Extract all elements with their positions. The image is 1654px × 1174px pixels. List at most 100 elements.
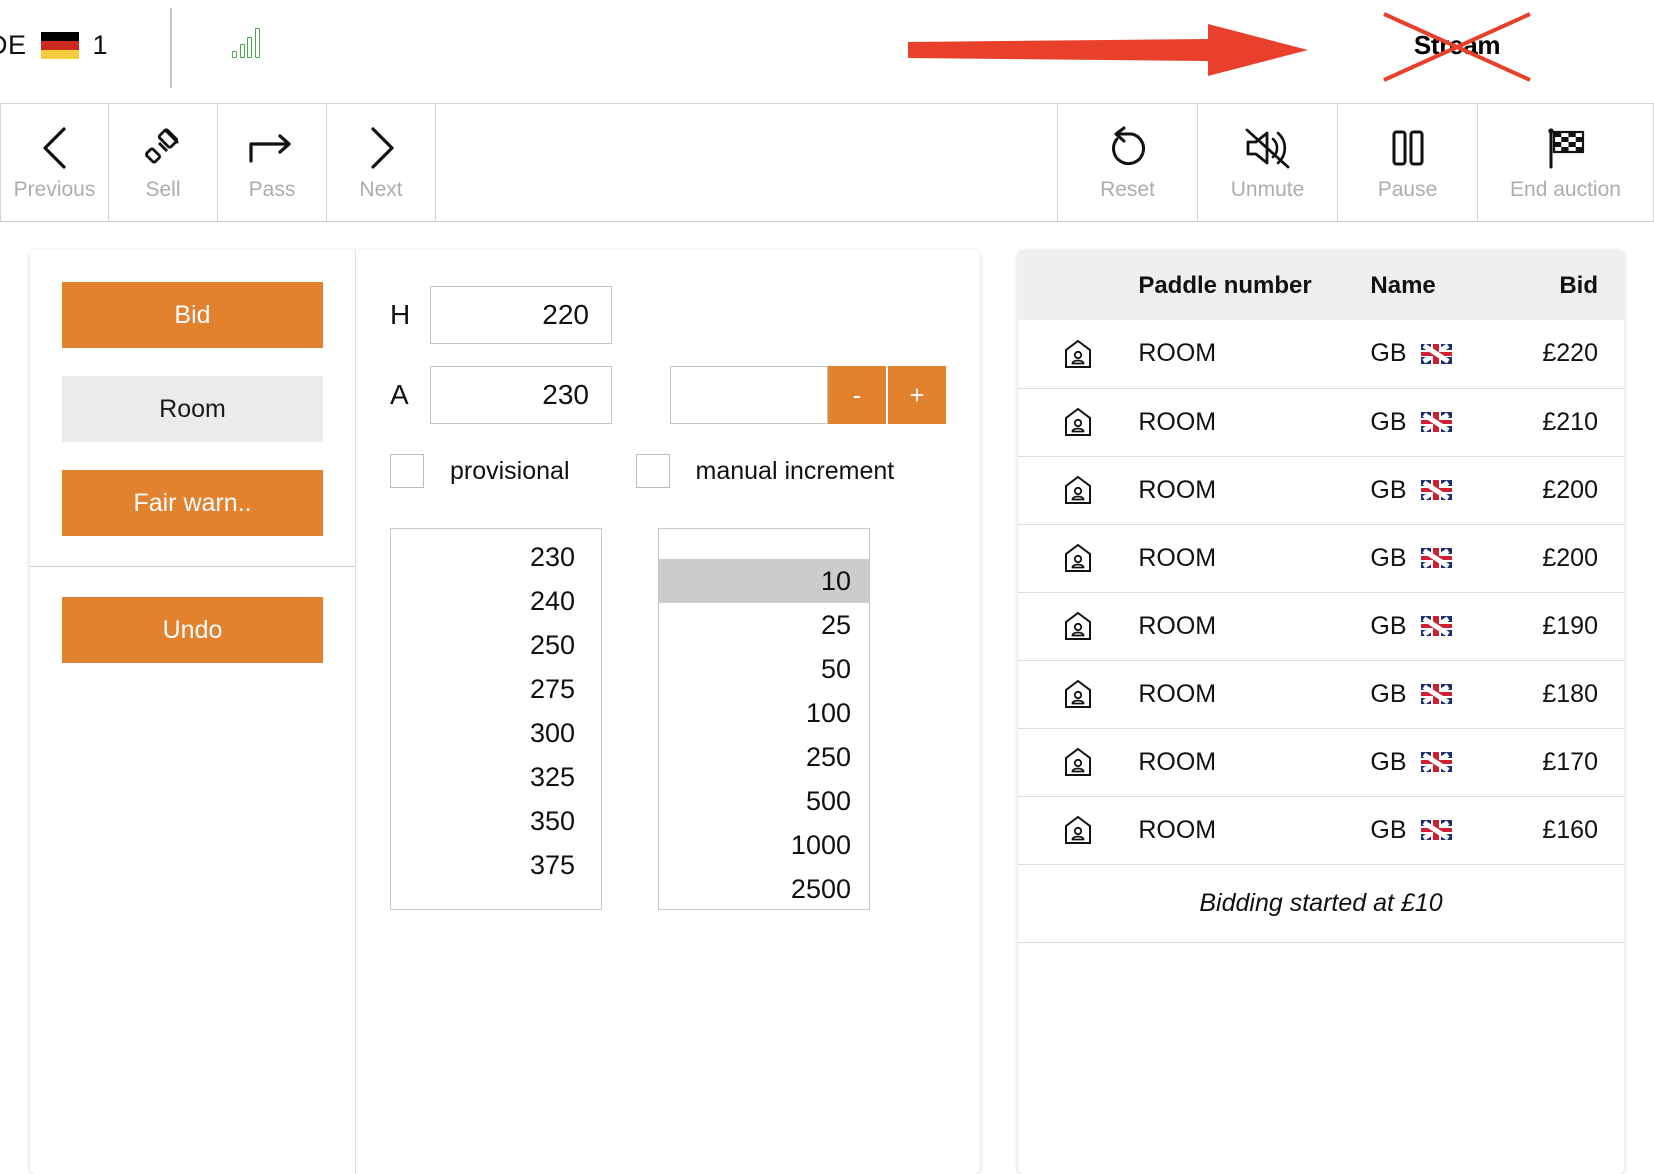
cell-name-text: GB [1370, 747, 1407, 776]
cell-bid-amount: £210 [1520, 388, 1624, 457]
bid-step-item[interactable]: 300 [391, 711, 601, 755]
table-row[interactable]: ROOM GB £200 [1018, 456, 1624, 525]
increment-item[interactable]: 100 [659, 691, 869, 735]
bid-step-item[interactable]: 275 [391, 667, 601, 711]
cell-name: GB [1370, 660, 1521, 729]
cell-paddle-number: ROOM [1138, 796, 1371, 865]
pass-button-label: Pass [248, 177, 296, 201]
undo-button[interactable]: Undo [62, 597, 323, 663]
bidding-started-row: Bidding started at £10 [1018, 864, 1624, 943]
hammer-price-input[interactable] [430, 286, 612, 344]
previous-button[interactable]: Previous [0, 104, 109, 221]
cell-name-text: GB [1370, 543, 1407, 572]
bid-action-column: Bid Room Fair warn.. Undo [30, 250, 356, 1174]
cell-paddle-number: ROOM [1138, 660, 1371, 729]
pass-button[interactable]: Pass [218, 104, 327, 221]
table-row[interactable]: ROOM GB £180 [1018, 660, 1624, 729]
flag-gb-icon [1420, 616, 1452, 636]
pause-icon [1386, 124, 1430, 172]
fair-warning-button[interactable]: Fair warn.. [62, 470, 323, 536]
bidding-controls-card: Bid Room Fair warn.. Undo H A - + [30, 250, 980, 1174]
previous-button-label: Previous [13, 177, 96, 201]
cell-paddle-number: ROOM [1138, 456, 1371, 525]
increment-item[interactable]: 10 [659, 559, 869, 603]
room-paddle-icon [1018, 592, 1139, 661]
flag-gb-icon [1420, 820, 1452, 840]
cell-paddle-number: ROOM [1138, 592, 1371, 661]
bid-step-item[interactable]: 325 [391, 755, 601, 799]
increment-input[interactable] [670, 366, 828, 424]
column-header-paddle-number: Paddle number [1138, 250, 1371, 320]
bid-step-item[interactable]: 240 [391, 579, 601, 623]
increment-item[interactable]: 2500 [659, 867, 869, 909]
bid-step-item[interactable]: 230 [391, 535, 601, 579]
increment-item[interactable]: 50 [659, 647, 869, 691]
bid-action-group: Bid Room Fair warn.. [30, 250, 355, 567]
flag-gb-icon [1420, 684, 1452, 704]
table-row[interactable]: ROOM GB £200 [1018, 524, 1624, 593]
end-auction-button[interactable]: End auction [1478, 104, 1654, 221]
cell-bid-amount: £180 [1520, 660, 1624, 729]
pause-button[interactable]: Pause [1338, 104, 1478, 221]
bid-step-item[interactable]: 250 [391, 623, 601, 667]
bid-button[interactable]: Bid [62, 282, 323, 348]
ask-price-input[interactable] [430, 366, 612, 424]
next-button-label: Next [359, 177, 403, 201]
sell-button-label: Sell [145, 177, 181, 201]
next-button[interactable]: Next [327, 104, 436, 221]
flag-gb-icon [1420, 548, 1452, 568]
chevron-left-icon [38, 124, 72, 172]
bid-step-item[interactable]: 350 [391, 799, 601, 843]
decrement-button[interactable]: - [828, 366, 886, 424]
red-cross-out-icon [1383, 12, 1531, 82]
cell-paddle-number: ROOM [1138, 524, 1371, 593]
sell-button[interactable]: Sell [109, 104, 218, 221]
cell-name: GB [1370, 728, 1521, 797]
cell-name: GB [1370, 796, 1521, 865]
bid-history-table: Paddle number Name Bid ROOM GB £220 ROOM GB £… [1018, 250, 1624, 943]
checkbox-row: provisional manual increment [390, 454, 946, 488]
increment-item[interactable]: 1000 [659, 823, 869, 867]
locale-code: DE [0, 30, 27, 60]
cell-name: GB [1370, 320, 1521, 389]
provisional-checkbox[interactable] [390, 454, 424, 488]
unmute-button[interactable]: Unmute [1198, 104, 1338, 221]
red-arrow-icon [908, 24, 1308, 76]
room-button[interactable]: Room [62, 376, 323, 442]
toolbar-spacer [436, 104, 1058, 221]
flag-gb-icon [1420, 480, 1452, 500]
stream-label-annotation: Stream [1378, 8, 1536, 86]
flag-de-icon [40, 32, 79, 59]
auction-action-toolbar: Previous Sell Pass Next Reset Unmute Pau… [0, 104, 1654, 222]
cell-paddle-number: ROOM [1138, 320, 1371, 389]
manual-increment-checkbox[interactable] [635, 454, 670, 488]
increments-list[interactable]: 10 25 50 100 250 500 1000 2500 [658, 528, 870, 910]
room-paddle-icon [1018, 388, 1139, 457]
cell-paddle-number: ROOM [1138, 728, 1371, 797]
cell-name-text: GB [1370, 407, 1407, 436]
cell-bid-amount: £190 [1520, 592, 1624, 661]
table-row[interactable]: ROOM GB £170 [1018, 728, 1624, 797]
end-auction-button-label: End auction [1510, 177, 1621, 201]
cell-name-text: GB [1370, 815, 1407, 844]
table-row[interactable]: ROOM GB £220 [1018, 320, 1624, 389]
table-row[interactable]: ROOM GB £190 [1018, 592, 1624, 661]
column-header-bid: Bid [1520, 250, 1624, 320]
bid-step-item[interactable]: 375 [391, 843, 601, 887]
checkered-flag-icon [1543, 124, 1589, 172]
table-row[interactable]: ROOM GB £210 [1018, 388, 1624, 457]
increment-button[interactable]: + [888, 366, 946, 424]
table-row[interactable]: ROOM GB £160 [1018, 796, 1624, 865]
locale-indicator: DE 1 [0, 30, 108, 61]
increment-item[interactable]: 250 [659, 735, 869, 779]
speaker-muted-icon [1243, 124, 1293, 172]
unmute-button-label: Unmute [1230, 177, 1305, 201]
increment-item[interactable]: 500 [659, 779, 869, 823]
reset-button[interactable]: Reset [1058, 104, 1198, 221]
cell-name: GB [1370, 388, 1521, 457]
cell-name-text: GB [1370, 679, 1407, 708]
top-status-bar: DE 1 Stream [0, 0, 1654, 104]
increment-item[interactable]: 25 [659, 603, 869, 647]
bid-steps-list[interactable]: 230 240 250 275 300 325 350 375 [390, 528, 602, 910]
cell-bid-amount: £200 [1520, 456, 1624, 525]
